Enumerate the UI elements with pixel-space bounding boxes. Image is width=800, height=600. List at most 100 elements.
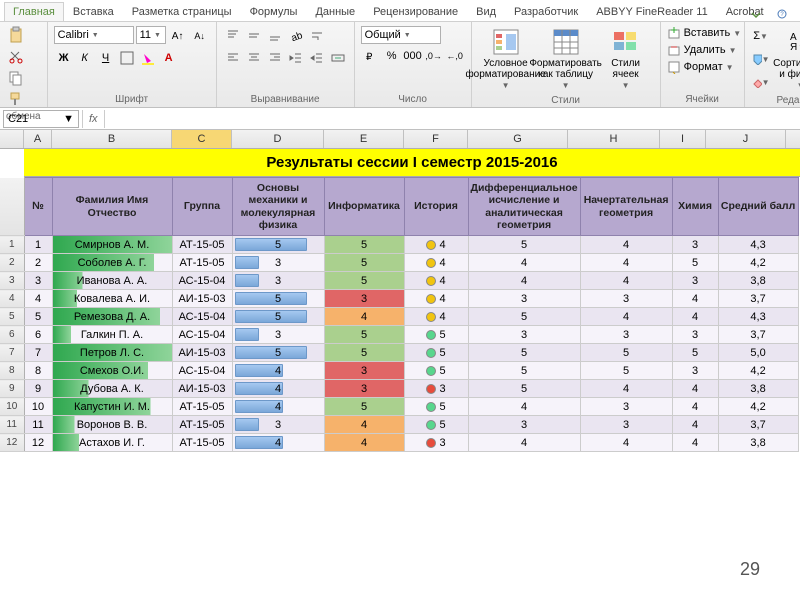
cell-name[interactable]: Петров Л. С. (52, 344, 172, 362)
fill-icon[interactable]: ▼ (751, 49, 771, 69)
table-cell[interactable]: 3 (468, 290, 580, 308)
ribbon-tab-3[interactable]: Формулы (241, 2, 307, 21)
insert-cells-button[interactable]: Вставить▼ (667, 26, 742, 40)
cell-bar[interactable]: 3 (232, 272, 324, 290)
cell-bar[interactable]: 5 (232, 308, 324, 326)
borders-icon[interactable] (117, 48, 137, 68)
table-cell[interactable]: 9 (24, 380, 52, 398)
table-cell[interactable]: 4,3 (718, 236, 798, 254)
orientation-icon[interactable]: ab (286, 26, 306, 46)
cell-traffic[interactable]: 4 (404, 272, 468, 290)
table-cell[interactable]: 4 (672, 434, 718, 452)
table-cell[interactable]: 3 (672, 272, 718, 290)
cell-grade[interactable]: 5 (324, 236, 404, 254)
table-cell[interactable]: 3,7 (718, 326, 798, 344)
cell-traffic[interactable]: 5 (404, 398, 468, 416)
cell-bar[interactable]: 3 (232, 254, 324, 272)
cell-traffic[interactable]: 5 (404, 326, 468, 344)
table-cell[interactable]: 4 (672, 398, 718, 416)
table-cell[interactable]: 4 (580, 254, 672, 272)
table-cell[interactable]: 3,7 (718, 416, 798, 434)
increase-decimal-icon[interactable]: ,0→ (424, 46, 444, 66)
cell-grade[interactable]: 3 (324, 380, 404, 398)
cell-grade[interactable]: 4 (324, 308, 404, 326)
help-icon[interactable]: ? (772, 4, 792, 24)
cell-traffic[interactable]: 5 (404, 362, 468, 380)
table-cell[interactable]: АС-15-04 (172, 362, 232, 380)
cell-bar[interactable]: 5 (232, 290, 324, 308)
table-cell[interactable]: 4 (468, 254, 580, 272)
align-right-icon[interactable] (265, 48, 285, 68)
ribbon-tab-4[interactable]: Данные (306, 2, 364, 21)
table-cell[interactable]: 7 (24, 344, 52, 362)
cell-grade[interactable]: 5 (324, 398, 404, 416)
cell-bar[interactable]: 3 (232, 416, 324, 434)
table-cell[interactable]: 2 (24, 254, 52, 272)
table-cell[interactable]: АТ-15-05 (172, 416, 232, 434)
table-cell[interactable]: 5 (580, 344, 672, 362)
row-header[interactable]: 6 (0, 326, 24, 344)
table-cell[interactable]: 4 (672, 290, 718, 308)
ribbon-tab-7[interactable]: Разработчик (505, 2, 587, 21)
table-cell[interactable]: 3 (580, 416, 672, 434)
col-header-B[interactable]: B (52, 130, 172, 148)
table-cell[interactable]: 4,3 (718, 308, 798, 326)
cell-grade[interactable]: 5 (324, 254, 404, 272)
name-box[interactable]: C21▼ (3, 110, 79, 128)
conditional-format-button[interactable]: Условное форматирование▼ (478, 26, 534, 93)
table-cell[interactable]: 3 (672, 236, 718, 254)
italic-icon[interactable]: К (75, 48, 95, 68)
cell-name[interactable]: Дубова А. К. (52, 380, 172, 398)
format-cells-button[interactable]: Формат▼ (667, 60, 742, 74)
autosum-icon[interactable]: Σ ▼ (751, 26, 771, 46)
percent-icon[interactable]: % (382, 46, 402, 66)
cell-traffic[interactable]: 4 (404, 290, 468, 308)
table-cell[interactable]: АТ-15-05 (172, 434, 232, 452)
table-cell[interactable]: АТ-15-05 (172, 254, 232, 272)
table-cell[interactable]: 4 (468, 434, 580, 452)
table-cell[interactable]: 6 (24, 326, 52, 344)
cell-grade[interactable]: 5 (324, 344, 404, 362)
cell-name[interactable]: Смирнов А. М. (52, 236, 172, 254)
row-header[interactable]: 10 (0, 398, 24, 416)
cell-traffic[interactable]: 3 (404, 434, 468, 452)
table-cell[interactable]: 5 (580, 362, 672, 380)
comma-icon[interactable]: 000 (403, 46, 423, 66)
cell-traffic[interactable]: 4 (404, 308, 468, 326)
table-cell[interactable]: 4 (672, 308, 718, 326)
grow-font-icon[interactable]: A↑ (168, 26, 188, 46)
table-cell[interactable]: АИ-15-03 (172, 344, 232, 362)
table-cell[interactable]: 1 (24, 236, 52, 254)
align-bottom-icon[interactable] (265, 26, 285, 46)
cell-traffic[interactable]: 3 (404, 380, 468, 398)
table-cell[interactable]: 3 (468, 416, 580, 434)
currency-icon[interactable]: ₽ (361, 46, 381, 66)
font-size-combo[interactable]: 11▼ (136, 26, 166, 44)
cell-grade[interactable]: 3 (324, 362, 404, 380)
wrap-text-icon[interactable] (307, 26, 327, 46)
table-cell[interactable]: 4,2 (718, 362, 798, 380)
cell-traffic[interactable]: 4 (404, 254, 468, 272)
table-cell[interactable]: 4,2 (718, 398, 798, 416)
cell-name[interactable]: Астахов И. Г. (52, 434, 172, 452)
table-cell[interactable]: 5 (468, 308, 580, 326)
table-cell[interactable]: 4 (580, 272, 672, 290)
table-cell[interactable]: АС-15-04 (172, 326, 232, 344)
table-cell[interactable]: 3 (672, 326, 718, 344)
copy-icon[interactable] (6, 68, 26, 88)
row-header[interactable]: 1 (0, 236, 24, 254)
col-header-G[interactable]: G (468, 130, 568, 148)
table-cell[interactable]: 5 (468, 362, 580, 380)
font-name-combo[interactable]: Calibri▼ (54, 26, 134, 44)
cell-grade[interactable]: 4 (324, 434, 404, 452)
row-header[interactable]: 8 (0, 362, 24, 380)
table-cell[interactable]: 5 (468, 236, 580, 254)
cell-name[interactable]: Иванова А. А. (52, 272, 172, 290)
cell-name[interactable]: Соболев А. Г. (52, 254, 172, 272)
table-cell[interactable]: 3 (580, 398, 672, 416)
col-header-I[interactable]: I (660, 130, 706, 148)
cell-grade[interactable]: 5 (324, 272, 404, 290)
cell-styles-button[interactable]: Стили ячеек▼ (598, 26, 654, 93)
table-cell[interactable]: АС-15-04 (172, 308, 232, 326)
align-center-icon[interactable] (244, 48, 264, 68)
